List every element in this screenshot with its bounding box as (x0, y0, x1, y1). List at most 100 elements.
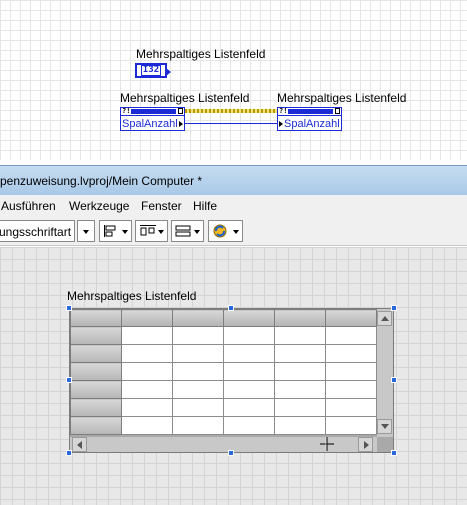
listbox-cell[interactable] (274, 416, 326, 435)
listbox-cell[interactable] (325, 344, 377, 363)
listbox-cell[interactable] (223, 416, 275, 435)
window-titlebar[interactable]: penzuweisung.lvproj/Mein Computer * (0, 165, 467, 195)
property-node-2[interactable]: ?! SpalAnzahl (277, 107, 342, 131)
listbox-cell[interactable] (274, 380, 326, 399)
listbox-cell[interactable] (325, 398, 377, 417)
column-header[interactable] (172, 309, 224, 327)
listbox-cell[interactable] (274, 398, 326, 417)
row-header[interactable] (70, 362, 122, 381)
listbox-cell[interactable] (325, 416, 377, 435)
align-objects-button[interactable] (99, 220, 132, 242)
block-diagram: Mehrspaltiges Listenfeld I32 Mehrspaltig… (0, 0, 467, 160)
ref-out-icon (335, 108, 340, 114)
menu-ausfuehren[interactable]: Ausführen (1, 199, 56, 213)
listbox-cell[interactable] (121, 398, 173, 417)
listbox-grid[interactable] (70, 309, 377, 435)
listbox-cell[interactable] (121, 344, 173, 363)
ref-tag: ?! (122, 107, 131, 115)
chevron-down-icon (122, 230, 128, 234)
vertical-scrollbar[interactable] (377, 309, 393, 437)
listbox-cell[interactable] (223, 326, 275, 345)
property-name[interactable]: SpalAnzahl (284, 118, 340, 130)
listbox-cell[interactable] (172, 398, 224, 417)
listbox-cell[interactable] (172, 344, 224, 363)
numeric-wire[interactable] (185, 123, 277, 124)
column-header[interactable] (223, 309, 275, 327)
property-node-1[interactable]: ?! SpalAnzahl (120, 107, 185, 131)
distribute-objects-button[interactable] (135, 220, 168, 242)
resize-handle-nw[interactable] (66, 305, 72, 311)
ref-bar-icon (288, 109, 333, 114)
arrow-down-icon (381, 424, 389, 429)
reference-wire[interactable] (185, 109, 277, 113)
resize-handle-n[interactable] (228, 305, 234, 311)
row-header[interactable] (70, 416, 122, 435)
listbox-cell[interactable] (325, 362, 377, 381)
listbox-cell[interactable] (121, 362, 173, 381)
listbox-cell[interactable] (121, 416, 173, 435)
multicolumn-listbox[interactable] (69, 308, 394, 453)
font-dropdown-button[interactable] (77, 220, 95, 242)
table-row[interactable] (70, 362, 377, 381)
resize-handle-e[interactable] (391, 377, 397, 383)
listbox-cell[interactable] (325, 380, 377, 399)
scroll-left-button[interactable] (72, 437, 87, 452)
property-node-2-header: ?! (278, 107, 341, 116)
menu-hilfe[interactable]: Hilfe (193, 199, 217, 213)
listbox-cell[interactable] (172, 362, 224, 381)
column-header-row (70, 309, 377, 327)
listbox-terminal[interactable]: I32 (135, 63, 171, 78)
toolbar: ungsschriftart (0, 216, 467, 246)
listbox-cell[interactable] (274, 326, 326, 345)
node1-label: Mehrspaltiges Listenfeld (120, 91, 250, 105)
listbox-cell[interactable] (172, 416, 224, 435)
column-header[interactable] (121, 309, 173, 327)
listbox-cell[interactable] (274, 344, 326, 363)
resize-handle-w[interactable] (66, 377, 72, 383)
resize-handle-ne[interactable] (391, 305, 397, 311)
resize-objects-button[interactable] (171, 220, 204, 242)
listbox-cell[interactable] (172, 380, 224, 399)
arrow-up-icon (381, 316, 389, 321)
ref-bar-icon (131, 109, 176, 114)
listbox-cell[interactable] (121, 380, 173, 399)
resize-handle-se[interactable] (391, 450, 397, 456)
listbox-cell[interactable] (223, 362, 275, 381)
column-header[interactable] (274, 309, 326, 327)
listbox-cell[interactable] (223, 398, 275, 417)
row-header[interactable] (70, 380, 122, 399)
scroll-up-button[interactable] (377, 311, 392, 326)
table-row[interactable] (70, 326, 377, 345)
table-row[interactable] (70, 380, 377, 399)
table-row[interactable] (70, 398, 377, 417)
listbox-cell[interactable] (325, 326, 377, 345)
table-row[interactable] (70, 344, 377, 363)
scroll-down-button[interactable] (377, 419, 392, 434)
resize-handle-sw[interactable] (66, 450, 72, 456)
scroll-right-button[interactable] (358, 437, 373, 452)
row-header[interactable] (70, 326, 122, 345)
table-row[interactable] (70, 416, 377, 435)
terminal-arrow-icon (166, 68, 171, 76)
property-node-1-header: ?! (121, 107, 184, 116)
reorder-button[interactable] (208, 220, 243, 242)
font-select[interactable]: ungsschriftart (0, 220, 75, 242)
column-header[interactable] (325, 309, 377, 327)
listbox-cell[interactable] (274, 362, 326, 381)
distribute-objects-icon (140, 225, 156, 236)
listbox-cell[interactable] (172, 326, 224, 345)
reorder-icon (213, 224, 227, 238)
listbox-cell[interactable] (223, 380, 275, 399)
i32-type-label: I32 (140, 65, 162, 76)
listbox-cell[interactable] (121, 326, 173, 345)
corner-header (70, 309, 122, 327)
window-title: penzuweisung.lvproj/Mein Computer * (0, 174, 203, 188)
listbox-cell[interactable] (223, 344, 275, 363)
property-name[interactable]: SpalAnzahl (122, 118, 178, 130)
chevron-down-icon (194, 230, 200, 234)
row-header[interactable] (70, 398, 122, 417)
row-header[interactable] (70, 344, 122, 363)
menu-werkzeuge[interactable]: Werkzeuge (69, 199, 129, 213)
resize-handle-s[interactable] (228, 450, 234, 456)
menu-fenster[interactable]: Fenster (141, 199, 182, 213)
